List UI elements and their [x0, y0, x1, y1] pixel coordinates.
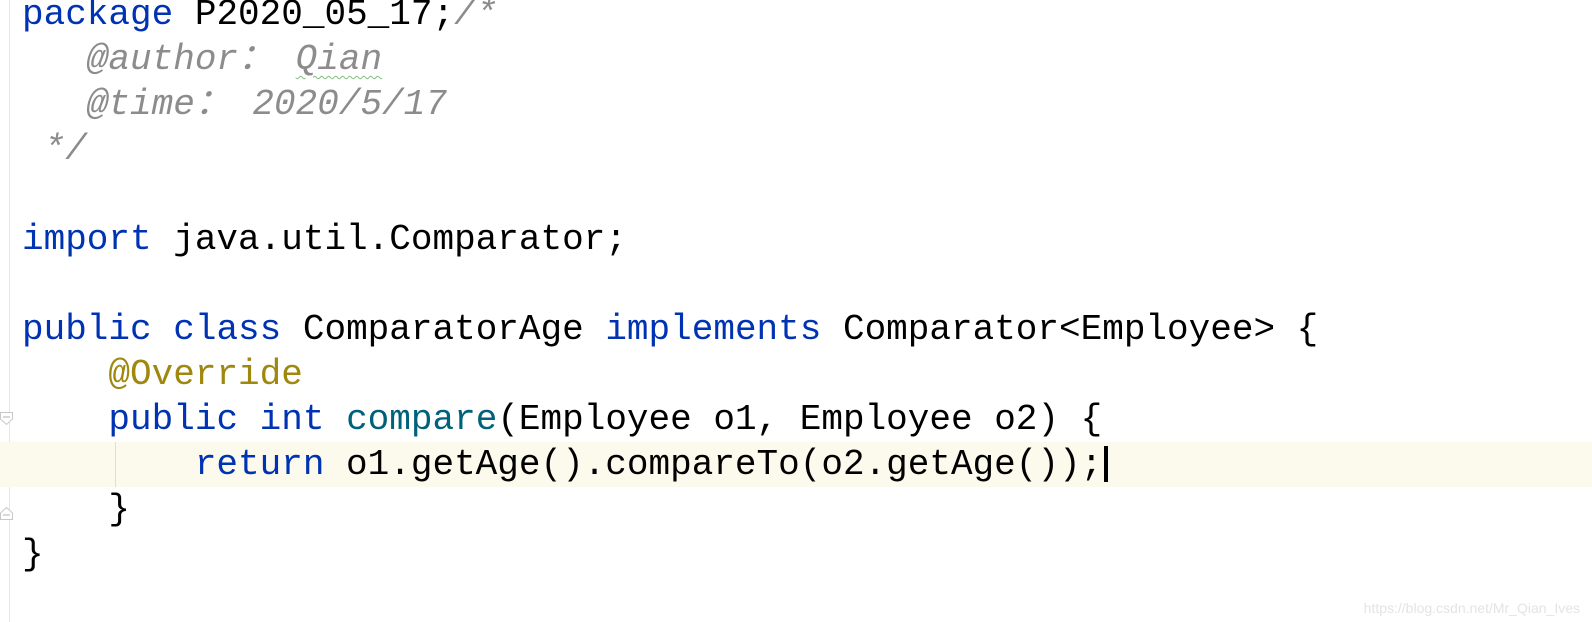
- code-token: }: [22, 534, 44, 575]
- code-token: Comparator<Employee> {: [821, 309, 1319, 350]
- code-token: /*: [454, 0, 498, 35]
- watermark: https://blog.csdn.net/Mr_Qian_Ives: [1363, 600, 1580, 616]
- code-line[interactable]: public class ComparatorAge implements Co…: [0, 307, 1592, 352]
- code-line[interactable]: }: [0, 487, 1592, 532]
- code-line[interactable]: [0, 172, 1592, 217]
- code-token: */: [22, 129, 87, 170]
- code-token: }: [22, 489, 131, 530]
- indent-guide: [115, 442, 116, 487]
- code-line[interactable]: return o1.getAge().compareTo(o2.getAge()…: [0, 442, 1592, 487]
- code-token: P2020_05_17;: [173, 0, 455, 35]
- code-token: return: [194, 444, 325, 485]
- code-token: public: [22, 309, 152, 350]
- code-token: ：: [238, 39, 296, 80]
- code-token: int: [259, 399, 325, 440]
- code-line[interactable]: }: [0, 532, 1592, 577]
- code-token: compare: [346, 399, 498, 440]
- code-token: @author: [22, 39, 239, 80]
- code-token: @time: [22, 84, 195, 125]
- code-token: public: [108, 399, 239, 440]
- code-line[interactable]: package P2020_05_17;/*: [0, 0, 1592, 37]
- code-line[interactable]: [0, 262, 1592, 307]
- code-line[interactable]: @author： Qian: [0, 37, 1592, 82]
- code-token: (Employee o1, Employee o2) {: [497, 399, 1103, 440]
- code-editor[interactable]: package P2020_05_17;/* @author： Qian @ti…: [0, 0, 1592, 577]
- code-line[interactable]: public int compare(Employee o1, Employee…: [0, 397, 1592, 442]
- code-line[interactable]: */: [0, 127, 1592, 172]
- code-token: o1.getAge().compareTo(o2.getAge());: [324, 444, 1103, 485]
- code-token: ComparatorAge: [281, 309, 606, 350]
- code-token: class: [173, 309, 282, 350]
- code-token: ： 2020/5/17: [194, 84, 447, 125]
- code-token: import: [22, 219, 152, 260]
- code-token: @Override: [108, 354, 303, 395]
- code-token: implements: [605, 309, 822, 350]
- code-line[interactable]: @time： 2020/5/17: [0, 82, 1592, 127]
- code-token: package: [22, 0, 174, 35]
- text-caret: [1104, 446, 1109, 483]
- code-line[interactable]: import java.util.Comparator;: [0, 217, 1592, 262]
- code-token: Qian: [295, 39, 383, 80]
- code-line[interactable]: @Override: [0, 352, 1592, 397]
- code-token: java.util.Comparator;: [151, 219, 627, 260]
